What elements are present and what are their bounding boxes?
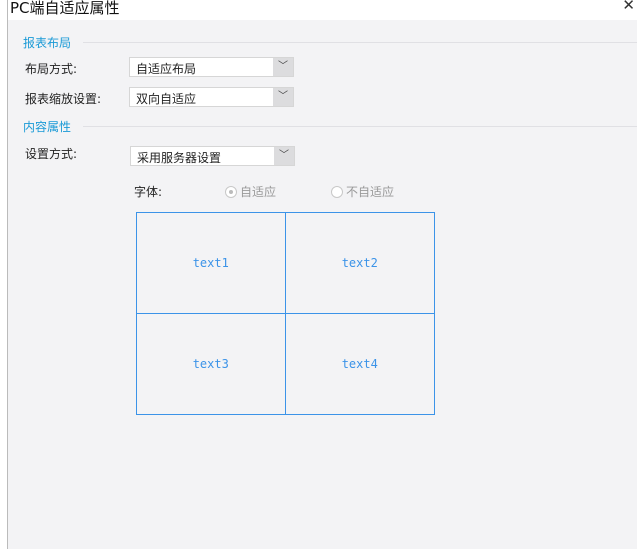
layout-mode-label: 布局方式: [25,62,78,76]
chevron-down-icon[interactable]: ﹀ [273,88,293,106]
radio-checked-icon [225,186,237,198]
group-title-report-layout: 报表布局 [23,36,72,50]
setting-mode-select[interactable]: 采用服务器设置 ﹀ [130,146,295,166]
divider [83,42,637,43]
radio-label: 不自适应 [346,185,395,199]
preview-cell: text2 [285,213,434,314]
font-label: 字体: [134,185,163,199]
pc-adaptive-properties-dialog: PC端自适应属性 ✕ 报表布局 布局方式: 自适应布局 ﹀ 报表缩放设置: 双向… [8,0,637,549]
preview-cell: text4 [341,356,378,371]
preview-cell: text1 [137,213,286,314]
chevron-down-icon[interactable]: ﹀ [274,147,294,165]
preview-grid: text1 text2 text3 text4 [136,212,435,415]
background-window-edge [0,0,8,549]
radio-unchecked-icon [331,186,343,198]
setting-mode-label: 设置方式: [25,147,78,161]
chevron-down-icon[interactable]: ﹀ [273,58,293,76]
layout-mode-value: 自适应布局 [136,62,197,76]
group-title-content-properties: 内容属性 [23,120,72,134]
setting-mode-value: 采用服务器设置 [137,151,222,165]
dialog-title: PC端自适应属性 [10,0,120,17]
close-icon[interactable]: ✕ [622,0,635,14]
radio-label: 自适应 [240,185,277,199]
title-bar: PC端自适应属性 ✕ [8,0,637,20]
divider [83,126,637,127]
layout-mode-select[interactable]: 自适应布局 ﹀ [129,57,294,77]
scale-setting-select[interactable]: 双向自适应 ﹀ [129,87,294,107]
preview-cell: text3 [137,313,286,414]
font-adaptive-radio[interactable]: 自适应 [225,183,276,200]
font-not-adaptive-radio[interactable]: 不自适应 [331,183,394,200]
scale-setting-label: 报表缩放设置: [25,92,102,106]
scale-setting-value: 双向自适应 [136,92,197,106]
